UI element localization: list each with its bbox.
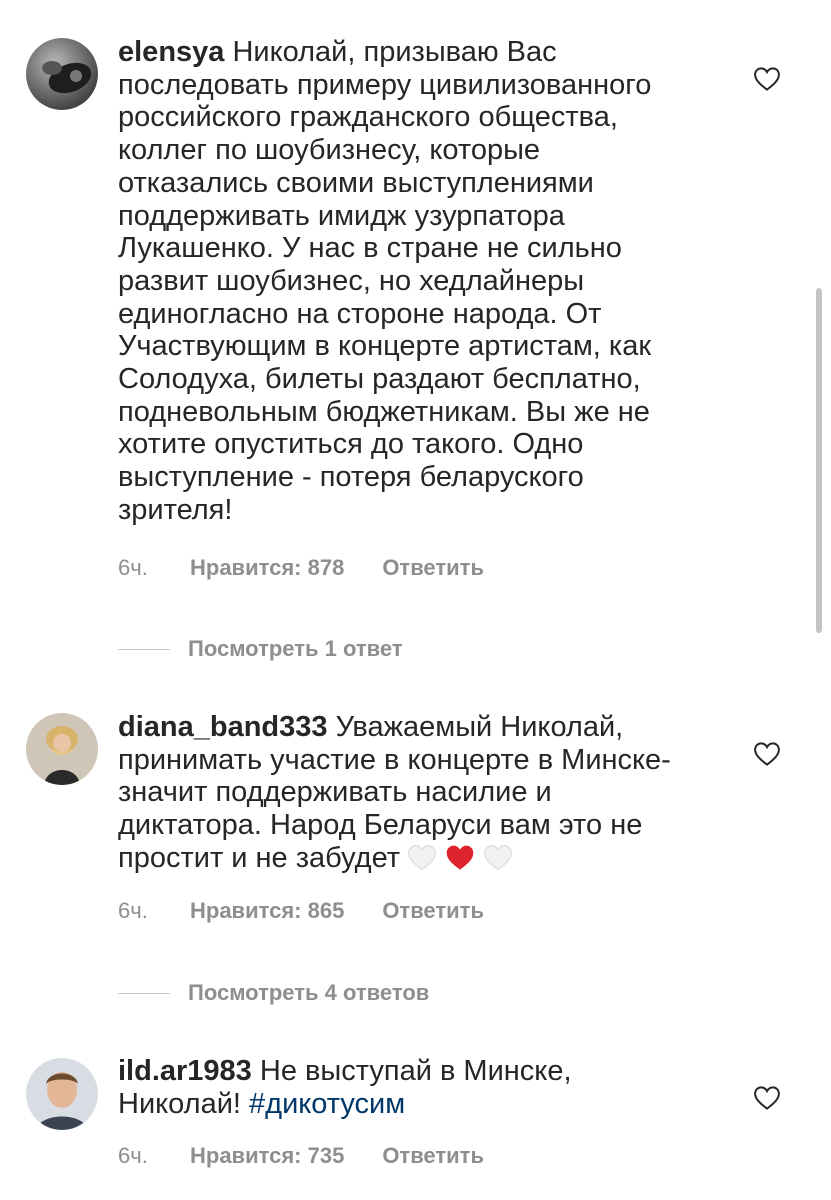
comment-username[interactable]: diana_band333 bbox=[118, 711, 328, 743]
red-heart-icon bbox=[444, 842, 476, 872]
avatar-image bbox=[26, 1058, 98, 1130]
comment-body: Николай, призываю Вас последовать пример… bbox=[118, 36, 652, 526]
divider-line bbox=[118, 648, 170, 650]
reply-button[interactable]: Ответить bbox=[382, 1143, 484, 1169]
hashtag-link[interactable]: #дикотусим bbox=[249, 1088, 405, 1120]
avatar[interactable] bbox=[26, 713, 98, 785]
white-heart-icon bbox=[482, 842, 514, 872]
white-heart-icon bbox=[406, 842, 438, 872]
comment-text: ild.ar1983 Не выступай в Минске, Николай… bbox=[118, 1055, 718, 1120]
avatar[interactable] bbox=[26, 38, 98, 110]
view-replies-button[interactable]: Посмотреть 1 ответ bbox=[118, 636, 403, 662]
like-heart-icon[interactable] bbox=[752, 1083, 782, 1113]
reply-button[interactable]: Ответить bbox=[382, 555, 484, 581]
comments-page: elensya Николай, призываю Вас последоват… bbox=[0, 0, 831, 1200]
reply-button[interactable]: Ответить bbox=[382, 898, 484, 924]
scrollbar[interactable] bbox=[816, 288, 822, 633]
avatar[interactable] bbox=[26, 1058, 98, 1130]
comment-text: diana_band333 Уважаемый Николай, принима… bbox=[118, 711, 718, 875]
comment-username[interactable]: elensya bbox=[118, 36, 224, 68]
view-replies-label: Посмотреть 4 ответов bbox=[188, 980, 430, 1005]
avatar-image bbox=[26, 38, 98, 110]
comment-username[interactable]: ild.ar1983 bbox=[118, 1055, 252, 1087]
comment-meta: 6ч. Нравится: 865 Ответить bbox=[118, 898, 484, 924]
divider-line bbox=[118, 992, 170, 994]
comment-time: 6ч. bbox=[118, 1143, 148, 1168]
view-replies-label: Посмотреть 1 ответ bbox=[188, 636, 403, 661]
comment-time: 6ч. bbox=[118, 555, 148, 580]
comment-meta: 6ч. Нравится: 735 Ответить bbox=[118, 1143, 484, 1169]
comment-text: elensya Николай, призываю Вас последоват… bbox=[118, 36, 718, 527]
comment-time: 6ч. bbox=[118, 898, 148, 923]
comment-meta: 6ч. Нравится: 878 Ответить bbox=[118, 555, 484, 581]
comment-likes[interactable]: Нравится: 878 bbox=[190, 555, 344, 581]
like-heart-icon[interactable] bbox=[752, 64, 782, 94]
comment-likes[interactable]: Нравится: 735 bbox=[190, 1143, 344, 1169]
view-replies-button[interactable]: Посмотреть 4 ответов bbox=[118, 980, 429, 1006]
comment-likes[interactable]: Нравится: 865 bbox=[190, 898, 344, 924]
avatar-image bbox=[26, 713, 98, 785]
like-heart-icon[interactable] bbox=[752, 739, 782, 769]
